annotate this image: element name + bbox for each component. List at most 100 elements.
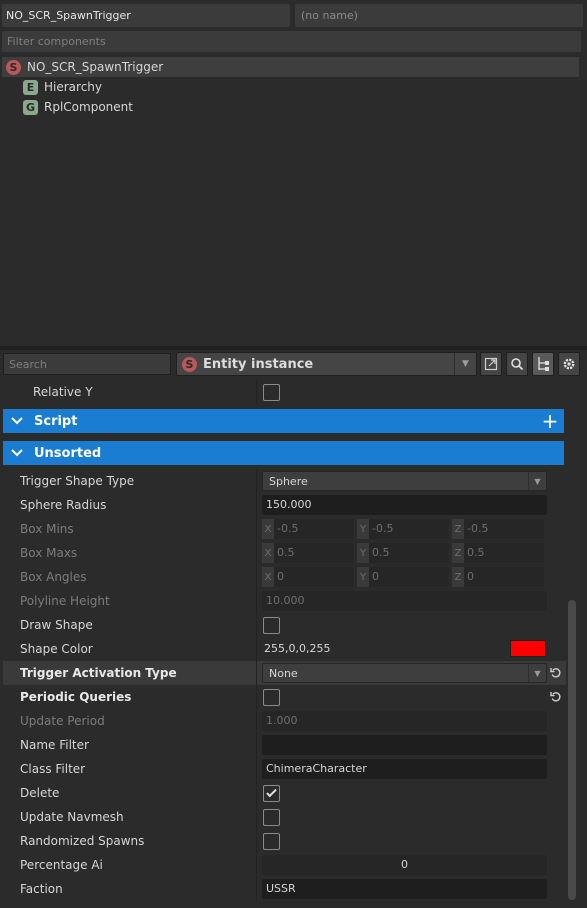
sphere-radius-field[interactable]: 150.000 [262,495,547,515]
column-separator [256,733,257,757]
trigger-shape-type-select[interactable]: Sphere ▼ [262,471,547,491]
class-filter-field[interactable]: ChimeraCharacter [262,759,547,779]
randomized-spawns-checkbox[interactable] [263,833,280,850]
tree-item-root[interactable]: S NO_SCR_SpawnTrigger [2,57,579,77]
entity-name-field[interactable]: NO_SCR_SpawnTrigger [2,4,290,27]
prop-label: Update Period [20,714,105,728]
column-separator [256,517,257,541]
entity-type-select[interactable]: S Entity instance ▼ [176,352,477,376]
column-separator [256,637,257,661]
select-value: None [269,667,298,680]
prop-label: Box Maxs [20,546,78,560]
column-separator [256,685,257,709]
axis-label: Z [452,567,464,587]
column-separator [256,877,257,901]
relative-y-checkbox[interactable] [263,384,280,401]
prop-label: Update Navmesh [20,810,124,824]
column-separator [256,709,257,733]
property-search-input[interactable]: Search [3,353,171,375]
prop-label: Box Mins [20,522,74,536]
column-separator [256,853,257,877]
prop-label: Sphere Radius [20,498,107,512]
search-button[interactable] [506,352,528,376]
prop-label: Trigger Activation Type [20,666,177,680]
update-navmesh-checkbox[interactable] [263,809,280,826]
prop-label: Box Angles [20,570,87,584]
prop-label: Draw Shape [20,618,93,632]
hierarchy-toggle-button[interactable] [532,352,554,376]
prop-label: Percentage Ai [20,858,103,872]
tree-item-label: Hierarchy [44,80,103,94]
component-tree: S NO_SCR_SpawnTrigger E Hierarchy G RplC… [2,56,581,346]
vector-value: -0.5 [277,522,299,535]
plus-icon[interactable]: + [540,409,560,433]
box-mins-y-field[interactable]: Y -0.5 [357,519,449,539]
script-s-icon: S [182,356,197,372]
vector-value: 0.5 [372,546,390,559]
scrollbar-thumb[interactable] [568,600,576,900]
prop-percentage-ai: Percentage Ai 0 [3,853,566,877]
axis-label: X [262,543,274,563]
tree-item-hierarchy[interactable]: E Hierarchy [2,77,579,97]
prop-trigger-shape-type: Trigger Shape Type Sphere ▼ [3,469,566,493]
draw-shape-checkbox[interactable] [263,617,280,634]
reset-icon[interactable] [549,665,563,681]
section-header-script[interactable]: Script + [3,409,564,433]
box-maxs-x-field[interactable]: X 0.5 [262,543,354,563]
settings-button[interactable] [558,352,580,376]
name-filter-field[interactable] [262,735,547,755]
prop-label: Periodic Queries [20,690,132,704]
color-swatch[interactable] [510,640,546,657]
prop-label: Trigger Shape Type [20,474,135,488]
periodic-queries-checkbox[interactable] [263,689,280,706]
update-period-field[interactable]: 1.000 [262,711,547,731]
box-angles-z-field[interactable]: Z0 [452,567,544,587]
box-maxs-y-field[interactable]: Y 0.5 [357,543,449,563]
axis-label: Y [357,543,369,563]
vector-value: 0.5 [467,546,485,559]
prop-update-navmesh: Update Navmesh [3,805,566,829]
open-external-button[interactable] [480,352,502,376]
box-mins-z-field[interactable]: Z -0.5 [452,519,544,539]
prop-update-period: Update Period 1.000 [3,709,566,733]
properties-toolbar: Search S Entity instance ▼ [0,350,587,378]
prop-shape-color: Shape Color 255,0,0,255 [3,637,566,661]
faction-field[interactable]: USSR [262,879,547,899]
axis-label: Z [452,543,464,563]
box-angles-x-field[interactable]: X0 [262,567,354,587]
filter-components-input[interactable]: Filter components [2,31,581,52]
section-header-unsorted[interactable]: Unsorted [3,441,564,465]
trigger-activation-type-select[interactable]: None ▼ [262,663,547,683]
prop-box-maxs: Box Maxs X 0.5 Y 0.5 Z 0.5 [3,541,566,565]
prop-label: Delete [20,786,60,800]
column-separator [256,469,257,493]
column-separator [256,613,257,637]
section-title: Script [34,413,78,429]
vector-value: 0.5 [277,546,295,559]
select-value: Sphere [269,475,308,488]
axis-label: X [262,567,274,587]
entity-display-name-field[interactable]: (no name) [295,4,583,27]
column-separator [256,380,257,404]
prop-label: Relative Y [33,385,93,399]
reset-icon[interactable] [549,689,563,705]
entity-type-label: Entity instance [203,356,314,372]
game-g-icon: G [23,99,38,115]
axis-label: Y [357,567,369,587]
polyline-height-field[interactable]: 10.000 [262,591,547,611]
box-mins-x-field[interactable]: X -0.5 [262,519,354,539]
search-icon [511,358,524,371]
percentage-ai-slider[interactable]: 0 [262,855,547,875]
vector-value: 0 [277,570,284,583]
shape-color-value: 255,0,0,255 [264,642,331,655]
box-angles-y-field[interactable]: Y0 [357,567,449,587]
section-title: Unsorted [34,445,102,461]
column-separator [256,493,257,517]
prop-draw-shape: Draw Shape [3,613,566,637]
delete-checkbox[interactable] [263,785,280,802]
tree-item-rplcomponent[interactable]: G RplComponent [2,97,579,117]
prop-polyline-height: Polyline Height 10.000 [3,589,566,613]
box-maxs-z-field[interactable]: Z 0.5 [452,543,544,563]
vector-value: 0 [372,570,379,583]
column-separator [256,661,257,685]
